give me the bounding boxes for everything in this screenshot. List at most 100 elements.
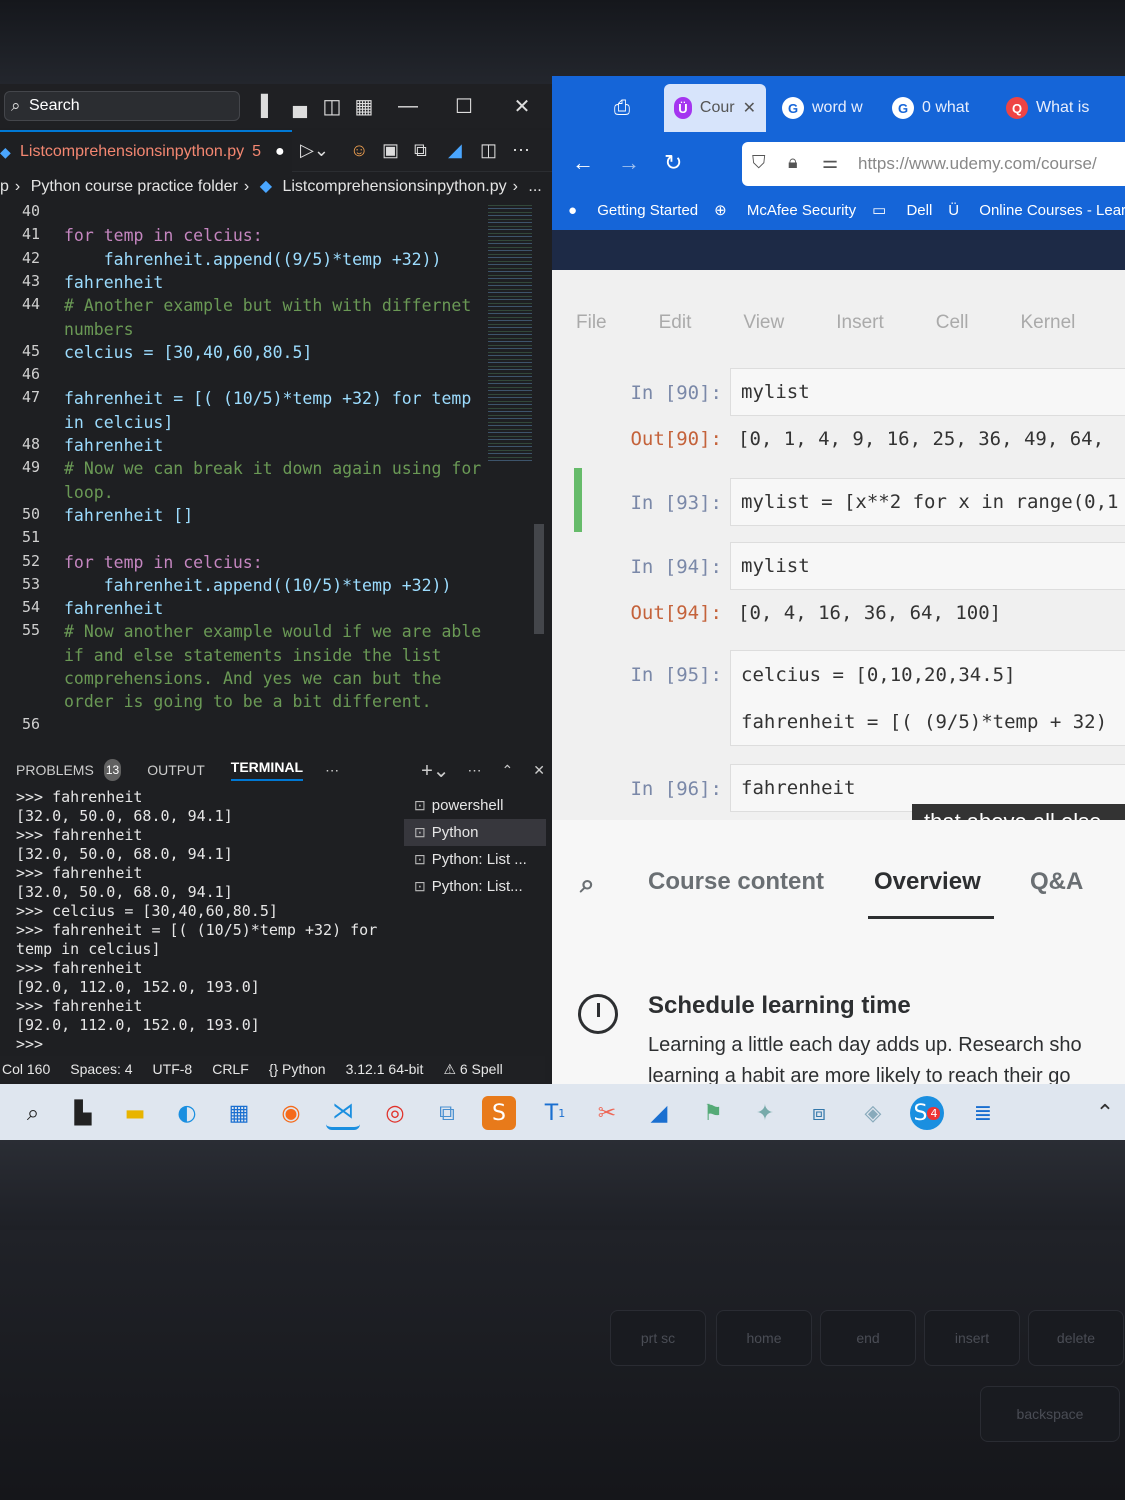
terminal-item[interactable]: ⊡ Python: List...	[404, 873, 546, 900]
shark-icon[interactable]: ◢	[642, 1096, 676, 1130]
skype-icon[interactable]: S4	[910, 1096, 944, 1130]
copilot-icon[interactable]: ☺	[350, 140, 368, 161]
tab-overview-icon[interactable]: ⎙	[614, 84, 630, 132]
back-icon[interactable]: ←	[572, 150, 594, 176]
chevron-up-icon[interactable]: ⌃	[1088, 1096, 1122, 1130]
browser-tab[interactable]: Gword w	[782, 84, 863, 132]
preview-icon[interactable]: ▣	[382, 140, 399, 161]
toggle-panel-icon[interactable]: ▄	[286, 92, 314, 120]
toggle-sidebar-icon[interactable]: ▌	[254, 92, 282, 120]
status-cursor[interactable]: Col 160	[2, 1061, 50, 1077]
store-icon[interactable]: ▦	[222, 1096, 256, 1130]
reload-icon[interactable]: ↻	[664, 150, 682, 176]
course-panel: ⌕ Course content Overview Q&A Schedule l…	[552, 820, 1125, 1092]
split-editor-icon[interactable]: ◫	[480, 140, 497, 161]
close-icon[interactable]: ✕	[508, 92, 536, 120]
more-actions-icon[interactable]: ⋯	[512, 140, 530, 161]
edge-icon[interactable]: ◐	[170, 1096, 204, 1130]
remote-desktop-icon[interactable]: ⧉	[430, 1096, 464, 1130]
notepad-icon[interactable]: ≣	[966, 1096, 1000, 1130]
keyboard-key: end	[820, 1310, 916, 1366]
status-interpreter[interactable]: 3.12.1 64-bit	[346, 1061, 424, 1077]
editor-scrollbar[interactable]	[534, 524, 544, 634]
network-icon[interactable]: ⧈	[802, 1096, 836, 1130]
run-icon[interactable]: ▷⌄	[300, 140, 329, 161]
close-panel-icon[interactable]: ✕	[533, 762, 545, 779]
tab-qa[interactable]: Q&A	[1030, 868, 1083, 896]
status-language[interactable]: {} Python	[269, 1061, 326, 1077]
tab-overview[interactable]: Overview	[874, 868, 981, 896]
breadcrumb-item[interactable]: ...	[528, 178, 541, 195]
more-icon[interactable]: ⋯	[325, 762, 339, 779]
breadcrumb-item[interactable]: Python course practice folder	[31, 178, 238, 195]
maximize-panel-icon[interactable]: ⌃	[502, 762, 514, 779]
flag-icon[interactable]: ⚑	[696, 1096, 730, 1130]
teams-icon[interactable]: T1	[538, 1096, 572, 1130]
task-view-icon[interactable]: ▙	[66, 1096, 100, 1130]
lock-icon: 🔒︎	[788, 152, 798, 172]
open-changes-icon[interactable]: ⧉	[414, 140, 427, 161]
code-line: fahrenheit	[64, 272, 164, 292]
forward-icon[interactable]: →	[618, 150, 640, 176]
code-line: in celcius]	[64, 412, 174, 432]
maximize-icon[interactable]: ☐	[450, 92, 478, 120]
code-line: for temp in celcius:	[64, 226, 263, 246]
toggle-secondary-icon[interactable]: ◫	[318, 92, 346, 120]
line-number: 42	[21, 248, 40, 267]
status-eol[interactable]: CRLF	[212, 1061, 249, 1077]
vscode-icon[interactable]: ⋊	[326, 1096, 360, 1130]
breadcrumb-item[interactable]: Listcomprehensionsinpython.py	[282, 178, 506, 195]
more-icon[interactable]: ⋯	[468, 762, 482, 779]
taskbar: ⌕ ▙ ▬ ◐ ▦ ◉ ⋊ ◎ ⧉ S T1 ✂ ◢ ⚑ ✦ ⧈ ◈ S4 ≣ …	[0, 1084, 1125, 1140]
tab-problems[interactable]: PROBLEMS	[16, 762, 94, 778]
browser-tab[interactable]: G0 what	[892, 84, 969, 132]
browser-tab[interactable]: Q What is	[1006, 84, 1089, 132]
code-editor[interactable]: 40 41 for temp in celcius: 42 fahrenheit.ap…	[0, 202, 486, 742]
chrome-icon[interactable]: ◎	[378, 1096, 412, 1130]
status-encoding[interactable]: UTF-8	[153, 1061, 193, 1077]
flask-icon[interactable]: ◢	[448, 140, 462, 161]
breadcrumb-item[interactable]: p	[0, 178, 9, 195]
terminal-item[interactable]: ⊡ Python: List ...	[404, 846, 546, 873]
notebook-video[interactable]: FileEdit ViewInsert CellKernel W In [90]…	[552, 270, 1125, 840]
keyboard-key: insert	[924, 1310, 1020, 1366]
layout-icon[interactable]: ▦	[350, 92, 378, 120]
search-icon[interactable]: ⌕	[16, 1096, 50, 1130]
terminal-item[interactable]: ⊡ powershell	[404, 792, 546, 819]
sublime-icon[interactable]: S	[482, 1096, 516, 1130]
code-line: order is going to be a bit different.	[64, 692, 432, 712]
bookmark-item[interactable]: ▭ Dell	[872, 201, 932, 219]
tab-output[interactable]: OUTPUT	[147, 762, 205, 778]
code-line: for temp in celcius:	[64, 552, 263, 572]
line-number: 50	[21, 504, 40, 523]
bookmark-item[interactable]: ● Getting Started	[568, 202, 698, 219]
gallery-icon[interactable]: ✦	[748, 1096, 782, 1130]
command-search[interactable]: ⌕ Search	[4, 91, 240, 121]
tab-course-content[interactable]: Course content	[648, 868, 824, 896]
search-icon[interactable]: ⌕	[580, 868, 595, 900]
eye-icon[interactable]: ◈	[856, 1096, 890, 1130]
panel-tabs: PROBLEMS 13 OUTPUT TERMINAL ⋯ +⌄ ⋯ ⌃ ✕	[0, 752, 545, 788]
url-bar[interactable]: ⛉ 🔒︎ ⚌ https://www.udemy.com/course/	[742, 142, 1125, 186]
schedule-body: Learning a little each day adds up. Rese…	[648, 1034, 1082, 1087]
browser-navbar: ← → ↻ ⛉ 🔒︎ ⚌ https://www.udemy.com/cours…	[552, 140, 1125, 190]
editor-tab-file[interactable]: ◆ Listcomprehensionsinpython.py 5 ●	[0, 130, 292, 172]
snipping-tool-icon[interactable]: ✂	[590, 1096, 624, 1130]
firefox-icon[interactable]: ◉	[274, 1096, 308, 1130]
minimap[interactable]	[488, 202, 532, 462]
terminal-output[interactable]: >>> fahrenheit [32.0, 50.0, 68.0, 94.1] …	[16, 788, 404, 1058]
minimize-icon[interactable]: —	[394, 92, 422, 120]
tab-terminal[interactable]: TERMINAL	[230, 759, 304, 781]
browser-tab-active[interactable]: Ü Cour ✕	[664, 84, 766, 132]
status-indent[interactable]: Spaces: 4	[70, 1061, 132, 1077]
line-number: 45	[21, 341, 40, 360]
file-explorer-icon[interactable]: ▬	[118, 1096, 152, 1130]
status-spell[interactable]: ⚠ 6 Spell	[443, 1061, 502, 1078]
close-tab-icon[interactable]: ✕	[743, 98, 756, 118]
bookmark-item[interactable]: ⊕ McAfee Security	[714, 201, 856, 219]
new-terminal-icon[interactable]: +⌄	[421, 758, 449, 783]
terminal-icon: ⊡	[414, 878, 426, 894]
bookmark-item[interactable]: Ü Online Courses - Learn...	[948, 202, 1125, 219]
terminal-item[interactable]: ⊡ Python	[404, 819, 546, 846]
code-line: # Now we can break it down again using f…	[64, 459, 482, 479]
